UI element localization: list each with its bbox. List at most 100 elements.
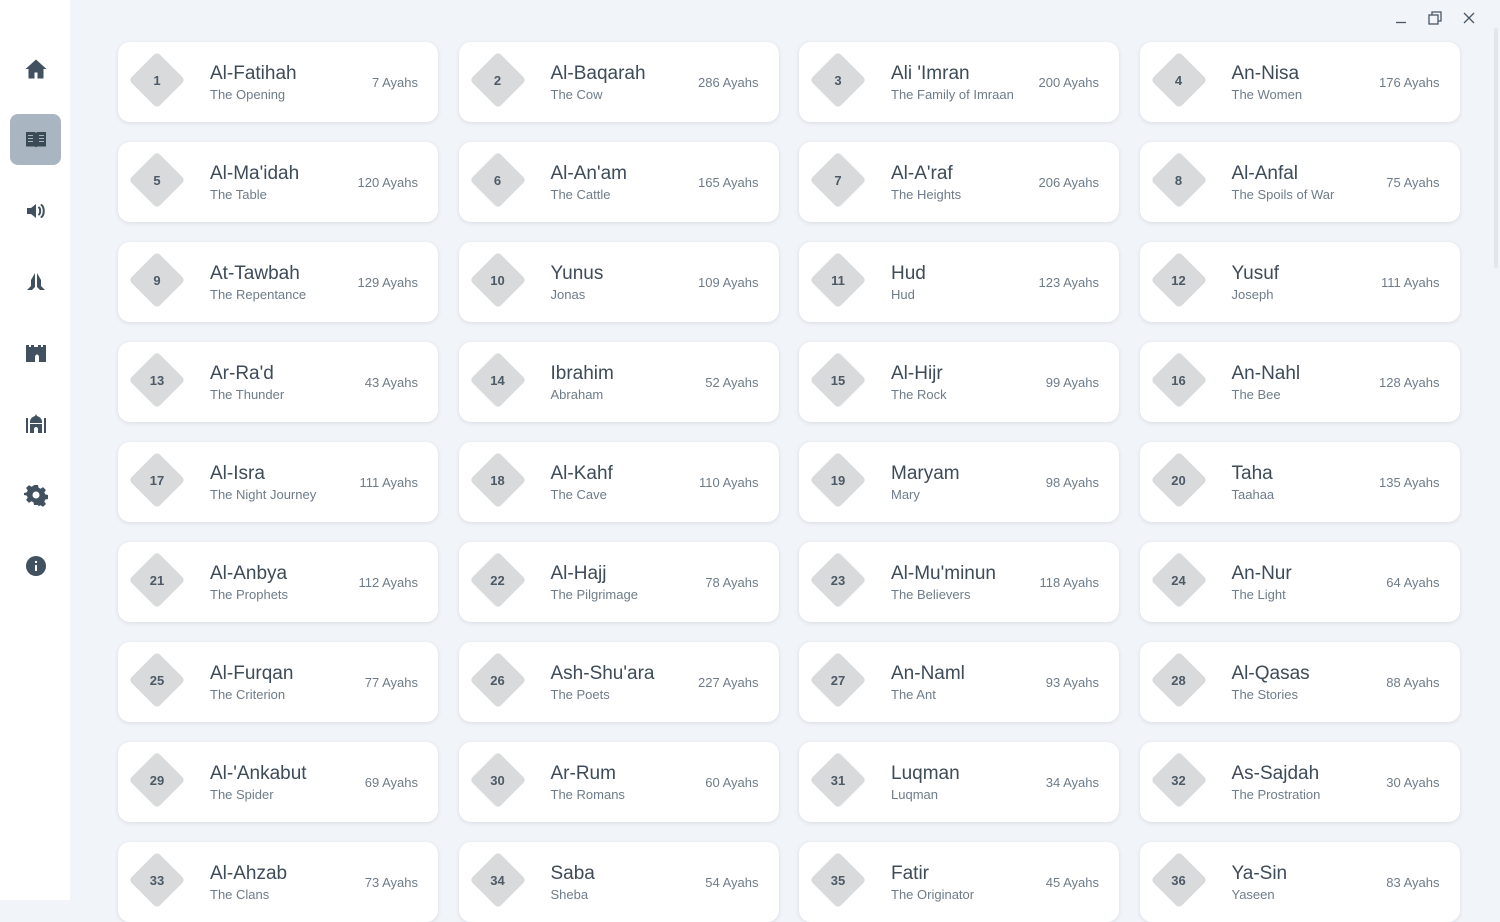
surah-card[interactable]: 15 Al-Hijr The Rock 99 Ayahs xyxy=(799,342,1119,422)
ayah-count: 118 Ayahs xyxy=(1039,575,1099,590)
surah-meaning: The Ant xyxy=(891,687,936,702)
surah-meaning: The Prophets xyxy=(210,587,289,602)
surah-number: 12 xyxy=(1171,272,1186,288)
surah-number: 23 xyxy=(830,572,846,588)
surah-name: Al-Anfal xyxy=(1231,163,1299,184)
surah-card[interactable]: 17 Al-Isra The Night Journey 111 Ayahs xyxy=(118,442,438,522)
surah-card[interactable]: 2 Al-Baqarah The Cow 286 Ayahs xyxy=(458,42,779,122)
nav-quran[interactable] xyxy=(10,114,61,165)
surah-card[interactable]: 31 Luqman Luqman 34 Ayahs xyxy=(799,742,1119,822)
surah-card[interactable]: 4 An-Nisa The Women 176 Ayahs xyxy=(1139,42,1460,122)
audio-speaker-icon xyxy=(26,203,45,218)
surah-card[interactable]: 28 Al-Qasas The Stories 88 Ayahs xyxy=(1139,642,1460,722)
scrollbar[interactable] xyxy=(1492,0,1500,900)
surah-card[interactable]: 3 Ali 'Imran The Family of Imraan 200 Ayahs xyxy=(799,42,1119,122)
surah-card[interactable]: 22 Al-Hajj The Pilgrimage 78 Ayahs xyxy=(458,542,779,622)
nav-audio[interactable] xyxy=(10,185,61,236)
surah-number: 31 xyxy=(830,772,846,788)
ayah-count: 109 Ayahs xyxy=(698,275,759,290)
surah-name: An-Naml xyxy=(891,663,965,684)
surah-name: An-Nahl xyxy=(1231,363,1301,384)
nav-about[interactable] xyxy=(10,540,61,591)
surah-name: At-Tawbah xyxy=(210,263,300,284)
surah-number: 35 xyxy=(830,872,846,888)
surah-name: Ash-Shu'ara xyxy=(550,663,655,684)
surah-name: Luqman xyxy=(891,763,960,784)
surah-number: 26 xyxy=(490,672,505,688)
surah-meaning: The Family of Imraan xyxy=(891,87,1014,102)
surah-card[interactable]: 7 Al-A'raf The Heights 206 Ayahs xyxy=(799,142,1119,222)
surah-card[interactable]: 11 Hud Hud 123 Ayahs xyxy=(799,242,1119,322)
surah-meaning: The Cattle xyxy=(550,187,611,202)
surah-card[interactable]: 34 Saba Sheba 54 Ayahs xyxy=(458,842,779,922)
surah-meaning: The Cave xyxy=(550,487,607,502)
surah-card[interactable]: 12 Yusuf Joseph 111 Ayahs xyxy=(1139,242,1460,322)
surah-card[interactable]: 19 Maryam Mary 98 Ayahs xyxy=(799,442,1119,522)
surah-number: 10 xyxy=(490,272,505,288)
surah-card[interactable]: 23 Al-Mu'minun The Believers 118 Ayahs xyxy=(799,542,1119,622)
scrollbar-thumb[interactable] xyxy=(1494,28,1498,268)
surah-card[interactable]: 26 Ash-Shu'ara The Poets 227 Ayahs xyxy=(458,642,779,722)
surah-name: Al-Ma'idah xyxy=(210,163,300,184)
surah-number: 28 xyxy=(1171,672,1186,688)
castle-icon xyxy=(25,344,46,362)
surah-name: Al-Anbya xyxy=(210,563,288,584)
surah-card[interactable]: 33 Al-Ahzab The Clans 73 Ayahs xyxy=(118,842,438,922)
surah-card[interactable]: 13 Ar-Ra'd The Thunder 43 Ayahs xyxy=(118,342,438,422)
restore-button[interactable] xyxy=(1418,8,1452,28)
surah-number: 4 xyxy=(1174,72,1183,88)
surah-card[interactable]: 10 Yunus Jonas 109 Ayahs xyxy=(458,242,779,322)
surah-card[interactable]: 1 Al-Fatihah The Opening 7 Ayahs xyxy=(118,42,438,122)
surah-name: Al-Fatihah xyxy=(210,63,297,84)
surah-name: Al-Hijr xyxy=(891,363,943,384)
nav-home[interactable] xyxy=(10,43,61,94)
surah-card[interactable]: 25 Al-Furqan The Criterion 77 Ayahs xyxy=(118,642,438,722)
nav-dua[interactable] xyxy=(10,256,61,307)
surah-name: Al-Hajj xyxy=(550,563,607,584)
surah-card[interactable]: 29 Al-'Ankabut The Spider 69 Ayahs xyxy=(118,742,438,822)
ayah-count: 111 Ayahs xyxy=(359,475,418,490)
surah-card[interactable]: 24 An-Nur The Light 64 Ayahs xyxy=(1139,542,1460,622)
gear-icon xyxy=(23,484,48,507)
surah-card[interactable]: 20 Taha Taahaa 135 Ayahs xyxy=(1139,442,1460,522)
ayah-count: 286 Ayahs xyxy=(698,75,759,90)
surah-card[interactable]: 21 Al-Anbya The Prophets 112 Ayahs xyxy=(118,542,438,622)
surah-card[interactable]: 32 As-Sajdah The Prostration 30 Ayahs xyxy=(1139,742,1460,822)
nav-mosque[interactable] xyxy=(10,398,61,449)
nav-settings[interactable] xyxy=(10,469,61,520)
surah-card[interactable]: 36 Ya-Sin Yaseen 83 Ayahs xyxy=(1139,842,1460,922)
surah-card[interactable]: 9 At-Tawbah The Repentance 129 Ayahs xyxy=(118,242,438,322)
minimize-icon xyxy=(1396,21,1406,24)
surah-number: 32 xyxy=(1171,772,1186,788)
surah-meaning: The Bee xyxy=(1231,387,1281,402)
ayah-count: 123 Ayahs xyxy=(1038,275,1099,290)
surah-card[interactable]: 18 Al-Kahf The Cave 110 Ayahs xyxy=(458,442,779,522)
ayah-count: 75 Ayahs xyxy=(1386,175,1440,190)
surah-card[interactable]: 27 An-Naml The Ant 93 Ayahs xyxy=(799,642,1119,722)
nav-castle[interactable] xyxy=(10,327,61,378)
surah-number: 3 xyxy=(834,72,842,88)
surah-number: 1 xyxy=(153,72,161,88)
minimize-button[interactable] xyxy=(1384,8,1418,28)
surah-number: 5 xyxy=(153,172,161,188)
surah-name: Saba xyxy=(550,863,595,884)
surah-card[interactable]: 5 Al-Ma'idah The Table 120 Ayahs xyxy=(118,142,438,222)
surah-card[interactable]: 8 Al-Anfal The Spoils of War 75 Ayahs xyxy=(1139,142,1460,222)
ayah-count: 64 Ayahs xyxy=(1386,575,1440,590)
surah-number: 36 xyxy=(1171,872,1186,888)
surah-card[interactable]: 6 Al-An'am The Cattle 165 Ayahs xyxy=(458,142,779,222)
surah-meaning: The Criterion xyxy=(210,687,286,702)
surah-number: 27 xyxy=(830,672,846,688)
ayah-count: 176 Ayahs xyxy=(1379,75,1440,90)
surah-meaning: The Believers xyxy=(891,587,971,602)
surah-card[interactable]: 35 Fatir The Originator 45 Ayahs xyxy=(799,842,1119,922)
surah-card[interactable]: 30 Ar-Rum The Romans 60 Ayahs xyxy=(458,742,779,822)
surah-name: Yusuf xyxy=(1231,263,1280,284)
close-button[interactable] xyxy=(1452,8,1486,28)
surah-card[interactable]: 16 An-Nahl The Bee 128 Ayahs xyxy=(1139,342,1460,422)
surah-name: Fatir xyxy=(891,863,929,884)
surah-meaning: The Stories xyxy=(1231,687,1298,702)
surah-card[interactable]: 14 Ibrahim Abraham 52 Ayahs xyxy=(458,342,779,422)
window-controls xyxy=(1384,8,1486,28)
surah-number: 14 xyxy=(490,372,505,388)
